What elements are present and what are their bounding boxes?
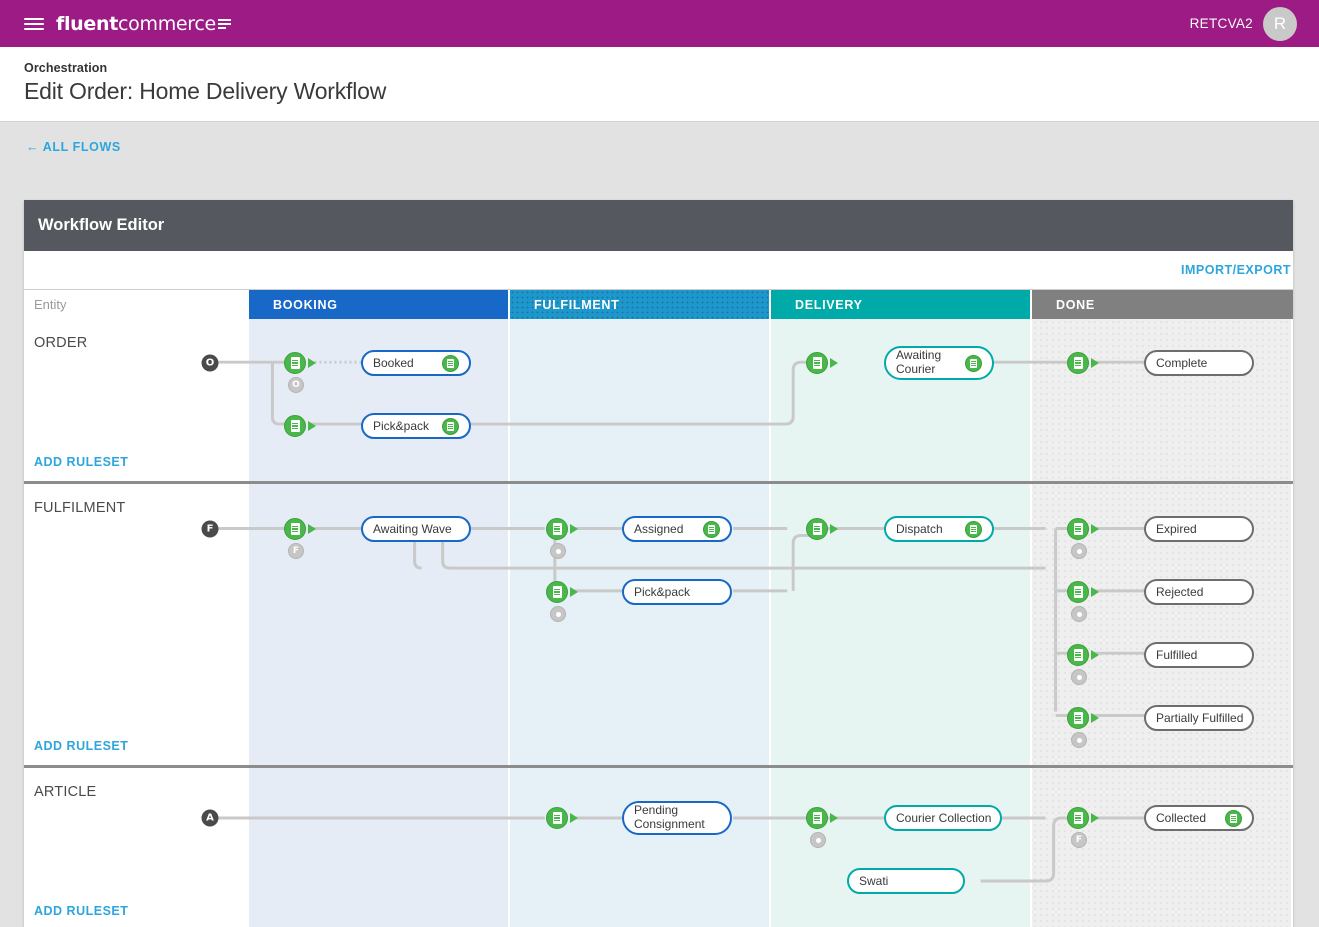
workflow-editor-panel: Workflow Editor IMPORT/EXPORT Entity BOO… xyxy=(24,200,1293,927)
state-node-booked[interactable]: Booked xyxy=(361,350,471,376)
state-node-swati[interactable]: Swati xyxy=(847,868,965,894)
rule-node-f-done-3[interactable] xyxy=(1067,644,1089,666)
rule-node-a-fulfil-1[interactable] xyxy=(546,807,568,829)
column-header-booking[interactable]: BOOKING xyxy=(249,290,510,319)
sub-badge-order-1[interactable]: O xyxy=(288,377,304,393)
sub-badge-fulfilment-1[interactable]: F xyxy=(288,543,304,559)
state-rule-badge-icon[interactable] xyxy=(442,355,459,372)
state-node-courier-collection[interactable]: Courier Collection xyxy=(884,805,1002,831)
breadcrumb: Orchestration xyxy=(24,61,1319,75)
add-ruleset-button-article[interactable]: ADD RULESET xyxy=(34,904,128,918)
rule-node-f-done-1[interactable] xyxy=(1067,518,1089,540)
panel-title: Workflow Editor xyxy=(24,200,1293,251)
avatar[interactable]: R xyxy=(1263,7,1297,41)
lane-delivery-article xyxy=(771,768,1032,927)
lane-booking-order xyxy=(249,319,510,481)
entity-name: ORDER xyxy=(34,335,87,351)
brand-commerce-text: commerce xyxy=(118,13,216,35)
sub-badge-article-1[interactable] xyxy=(810,832,826,848)
rule-node-f-done-2[interactable] xyxy=(1067,581,1089,603)
state-node-pickpack-order[interactable]: Pick&pack xyxy=(361,413,471,439)
sub-badge-fulfilment-2[interactable] xyxy=(550,543,566,559)
entity-name: ARTICLE xyxy=(34,784,96,800)
rule-node-booking-1[interactable] xyxy=(284,352,306,374)
entity-name: FULFILMENT xyxy=(34,500,125,516)
import-export-button[interactable]: IMPORT/EXPORT xyxy=(1181,263,1291,277)
sub-badge-fulfilment-5[interactable] xyxy=(1071,606,1087,622)
state-rule-badge-icon[interactable] xyxy=(965,521,982,538)
user-account-area[interactable]: RETCVA2 R xyxy=(1190,7,1297,41)
column-header-done[interactable]: DONE xyxy=(1032,290,1293,319)
entry-badge-order[interactable]: O xyxy=(202,355,219,372)
rule-node-f-booking-1[interactable] xyxy=(284,518,306,540)
user-name-label: RETCVA2 xyxy=(1190,16,1253,31)
state-rule-badge-icon[interactable] xyxy=(965,355,982,372)
entry-badge-fulfilment[interactable]: F xyxy=(202,521,219,538)
state-node-fulfilled[interactable]: Fulfilled xyxy=(1144,642,1254,668)
state-rule-badge-icon[interactable] xyxy=(703,521,720,538)
top-navigation-bar: fluentcommerce RETCVA2 R xyxy=(0,0,1319,47)
workflow-row-order: ORDER ADD RULESET xyxy=(24,319,1293,484)
rule-node-a-delivery-1[interactable] xyxy=(806,807,828,829)
state-node-pending-consignment[interactable]: PendingConsignment xyxy=(622,801,732,835)
page-title: Edit Order: Home Delivery Workflow xyxy=(24,78,1319,105)
add-ruleset-button-order[interactable]: ADD RULESET xyxy=(34,455,128,469)
lane-fulfilment-order xyxy=(510,319,771,481)
lane-booking-article xyxy=(249,768,510,927)
sub-badge-fulfilment-4[interactable] xyxy=(1071,543,1087,559)
rule-node-f-fulfil-2[interactable] xyxy=(546,581,568,603)
state-node-assigned[interactable]: Assigned xyxy=(622,516,732,542)
workflow-row-fulfilment: FULFILMENT ADD RULESET xyxy=(24,484,1293,768)
sub-badge-article-2[interactable]: F xyxy=(1071,832,1087,848)
lane-fulfilment-article xyxy=(510,768,771,927)
lane-done-article xyxy=(1032,768,1293,927)
lane-done-order xyxy=(1032,319,1293,481)
rule-node-f-done-4[interactable] xyxy=(1067,707,1089,729)
state-node-collected[interactable]: Collected xyxy=(1144,805,1254,831)
sub-badge-fulfilment-6[interactable] xyxy=(1071,669,1087,685)
entry-badge-article[interactable]: A xyxy=(202,810,219,827)
hamburger-menu-icon[interactable] xyxy=(24,18,44,30)
state-node-partially-fulfilled[interactable]: Partially Fulfilled xyxy=(1144,705,1254,731)
all-flows-back-link[interactable]: ← ALL FLOWS xyxy=(26,140,121,154)
column-header-delivery[interactable]: DELIVERY xyxy=(771,290,1032,319)
rule-node-done-1[interactable] xyxy=(1067,352,1089,374)
state-node-pickpack-fulfilment[interactable]: Pick&pack xyxy=(622,579,732,605)
state-node-complete[interactable]: Complete xyxy=(1144,350,1254,376)
add-ruleset-button-fulfilment[interactable]: ADD RULESET xyxy=(34,739,128,753)
row-label-order: ORDER ADD RULESET xyxy=(24,319,249,481)
rule-node-f-fulfil-1[interactable] xyxy=(546,518,568,540)
page-header: Orchestration Edit Order: Home Delivery … xyxy=(0,47,1319,122)
workflow-row-article: ARTICLE ADD RULESET xyxy=(24,768,1293,927)
content-area: ← ALL FLOWS Workflow Editor IMPORT/EXPOR… xyxy=(0,122,1319,927)
state-node-dispatch[interactable]: Dispatch xyxy=(884,516,994,542)
lane-delivery-order xyxy=(771,319,1032,481)
sub-badge-fulfilment-7[interactable] xyxy=(1071,732,1087,748)
row-label-article: ARTICLE ADD RULESET xyxy=(24,768,249,927)
rule-node-f-delivery-1[interactable] xyxy=(806,518,828,540)
state-rule-badge-icon[interactable] xyxy=(442,418,459,435)
rule-node-delivery-1[interactable] xyxy=(806,352,828,374)
column-header-strip: Entity BOOKING FULFILMENT DELIVERY DONE xyxy=(24,289,1293,319)
rule-node-booking-2[interactable] xyxy=(284,415,306,437)
brand-logo[interactable]: fluentcommerce xyxy=(56,13,231,35)
state-node-expired[interactable]: Expired xyxy=(1144,516,1254,542)
state-node-awaiting-courier[interactable]: AwaitingCourier xyxy=(884,346,994,380)
state-node-awaiting-wave[interactable]: Awaiting Wave xyxy=(361,516,471,542)
brand-fluent-text: fluent xyxy=(56,13,118,35)
state-node-rejected[interactable]: Rejected xyxy=(1144,579,1254,605)
state-rule-badge-icon[interactable] xyxy=(1225,810,1242,827)
column-header-fulfilment[interactable]: FULFILMENT xyxy=(510,290,771,319)
sub-badge-fulfilment-3[interactable] xyxy=(550,606,566,622)
panel-toolbar: IMPORT/EXPORT xyxy=(24,251,1293,289)
column-header-entity: Entity xyxy=(24,290,249,319)
brand-mark-icon xyxy=(218,19,231,29)
rule-node-a-done-1[interactable] xyxy=(1067,807,1089,829)
